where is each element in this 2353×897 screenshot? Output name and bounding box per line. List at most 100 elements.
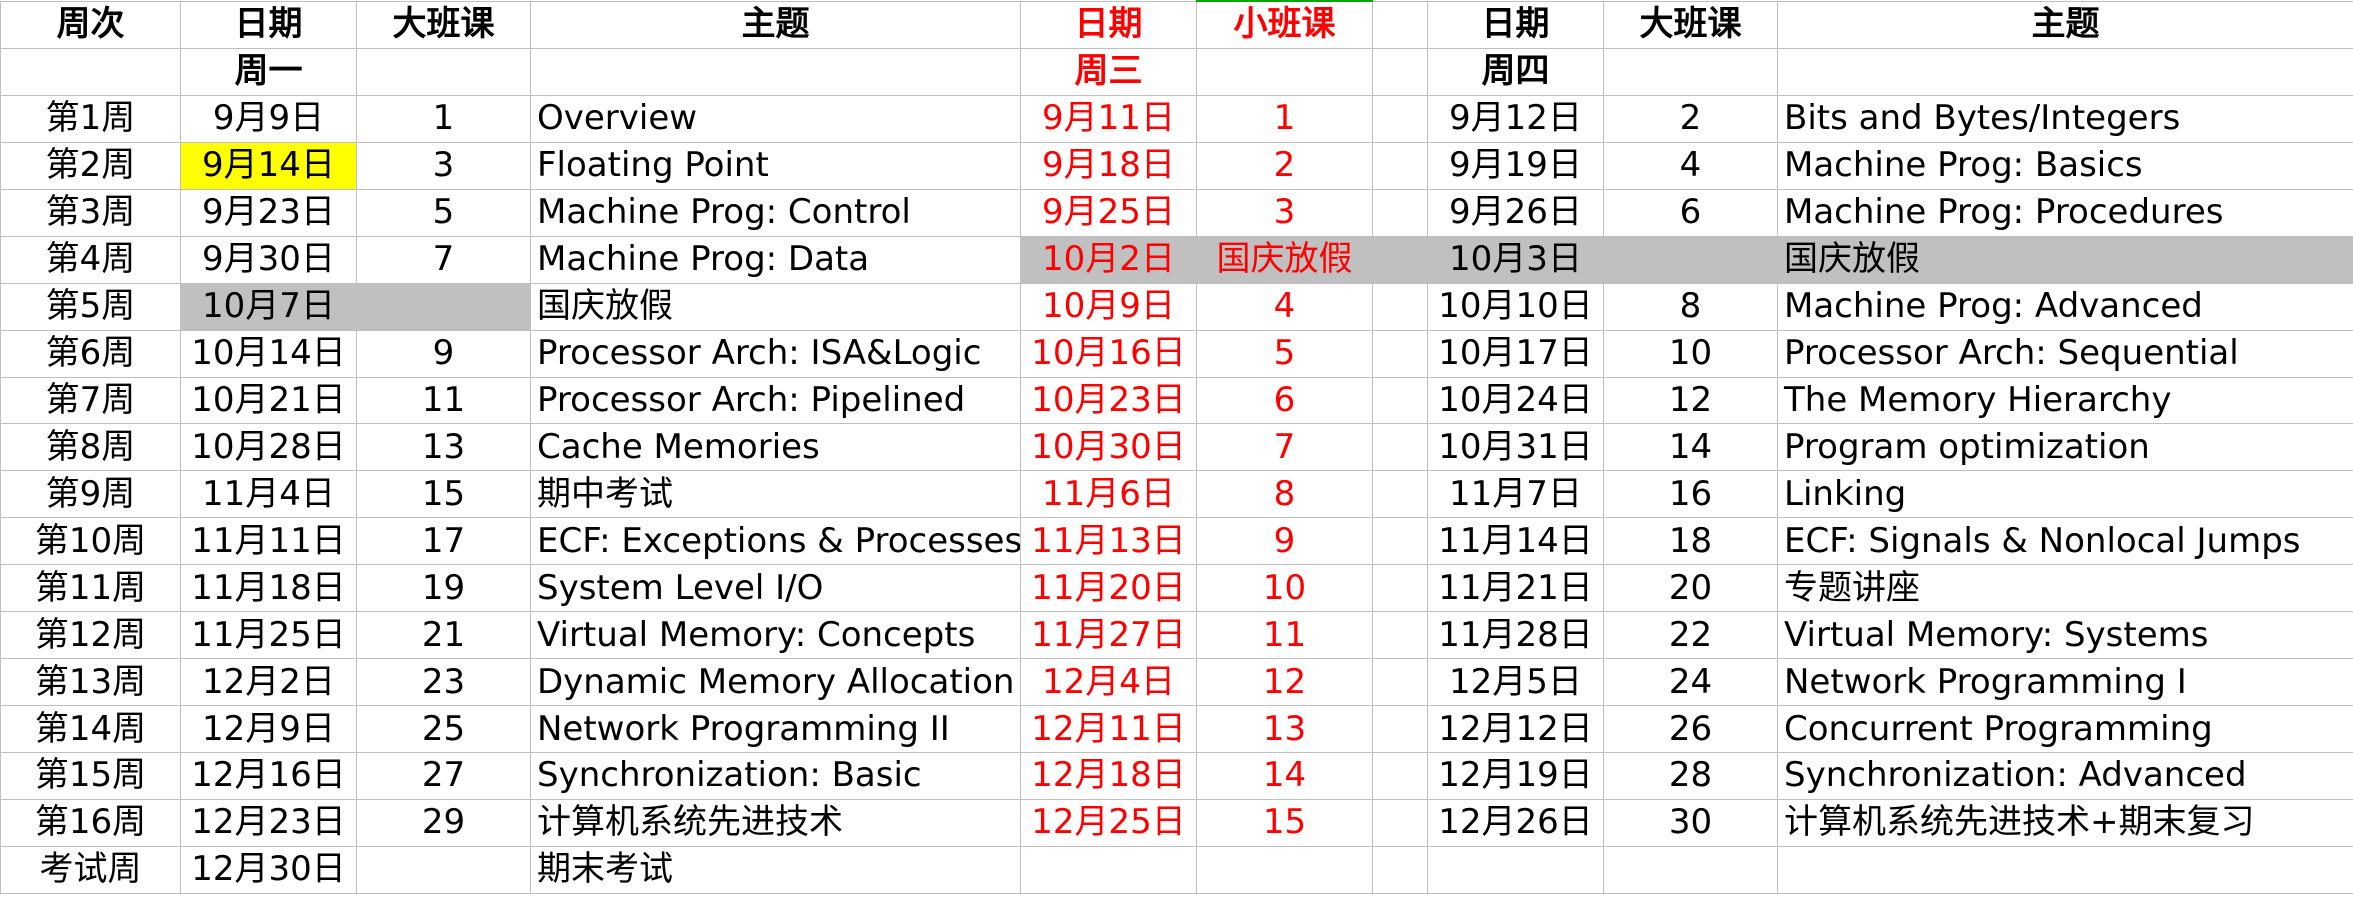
thu-date-cell bbox=[1427, 845, 1604, 894]
wed-seminar-no-cell: 13 bbox=[1196, 705, 1373, 753]
wed-seminar-no-cell: 11 bbox=[1196, 611, 1373, 660]
week-cell: 第14周 bbox=[0, 705, 181, 753]
table-row: 第7周 10月21日 11 Processor Arch: Pipelined 10月2… bbox=[0, 376, 2353, 425]
thu-topic-cell: 计算机系统先进技术+期末复习 bbox=[1777, 798, 2353, 847]
mon-lecture-no-cell: 13 bbox=[356, 423, 531, 472]
schedule-table: 周次 日期 大班课 主题 日期 小班课 日期 大班课 主题 周一 周三 周四 第… bbox=[0, 0, 2353, 894]
wed-seminar-no-cell: 15 bbox=[1196, 798, 1373, 847]
mon-topic-cell: Virtual Memory: Concepts bbox=[530, 611, 1021, 660]
table-row: 第4周 9月30日 7 Machine Prog: Data 10月2日 国庆放假 10月3… bbox=[0, 235, 2353, 284]
thu-topic-cell: Synchronization: Advanced bbox=[1777, 752, 2353, 800]
gap-cell bbox=[1372, 752, 1428, 800]
table-row: 第3周 9月23日 5 Machine Prog: Control 9月25日 3 9月26… bbox=[0, 188, 2353, 237]
table-row: 第10周 11月11日 17 ECF: Exceptions & Processes 1… bbox=[0, 517, 2353, 566]
wed-date-cell: 12月25日 bbox=[1020, 798, 1197, 847]
thu-topic-cell: Virtual Memory: Systems bbox=[1777, 611, 2353, 660]
thu-lecture-no-cell: 24 bbox=[1603, 658, 1778, 707]
wed-date-cell: 9月18日 bbox=[1020, 141, 1197, 190]
table-row: 考试周 12月30日 期末考试 bbox=[0, 845, 2353, 894]
wed-date-cell: 9月25日 bbox=[1020, 188, 1197, 237]
mon-date-cell: 11月11日 bbox=[180, 517, 357, 566]
mon-topic-cell: Dynamic Memory Allocation bbox=[530, 658, 1021, 707]
gap-cell bbox=[1372, 235, 1428, 284]
mon-date-cell: 10月21日 bbox=[180, 376, 357, 425]
wed-seminar-no-cell: 6 bbox=[1196, 376, 1373, 425]
gap-cell bbox=[1372, 141, 1428, 190]
mon-lecture-no-cell: 25 bbox=[356, 705, 531, 753]
thu-topic-cell: Linking bbox=[1777, 470, 2353, 519]
thu-lecture-no-cell: 28 bbox=[1603, 752, 1778, 800]
wed-date-cell: 12月11日 bbox=[1020, 705, 1197, 753]
wed-date-cell: 10月2日 bbox=[1020, 235, 1197, 284]
mon-lecture-no-cell: 29 bbox=[356, 798, 531, 847]
gap-cell bbox=[1372, 564, 1428, 613]
thu-lecture-no-cell: 22 bbox=[1603, 611, 1778, 660]
thu-lecture-no-cell bbox=[1603, 845, 1778, 894]
mon-date-cell: 9月23日 bbox=[180, 188, 357, 237]
mon-topic-cell: Machine Prog: Data bbox=[530, 235, 1021, 284]
subheader-week bbox=[0, 47, 181, 96]
mon-date-cell: 10月28日 bbox=[180, 423, 357, 472]
subheader-topic-thu bbox=[1777, 47, 2353, 96]
header-seminar: 小班课 bbox=[1196, 0, 1373, 49]
thu-date-cell: 10月17日 bbox=[1427, 329, 1604, 378]
thu-lecture-no-cell: 12 bbox=[1603, 376, 1778, 425]
mon-lecture-no-cell: 3 bbox=[356, 141, 531, 190]
thu-topic-cell: Program optimization bbox=[1777, 423, 2353, 472]
mon-topic-cell: Overview bbox=[530, 94, 1021, 143]
wed-date-cell: 11月13日 bbox=[1020, 517, 1197, 566]
week-cell: 第4周 bbox=[0, 235, 181, 284]
wed-seminar-no-cell: 8 bbox=[1196, 470, 1373, 519]
mon-topic-cell: Synchronization: Basic bbox=[530, 752, 1021, 800]
mon-topic-cell: ECF: Exceptions & Processes bbox=[530, 517, 1021, 566]
mon-lecture-no-cell: 5 bbox=[356, 188, 531, 237]
mon-lecture-no-cell bbox=[356, 282, 531, 331]
mon-date-cell: 10月14日 bbox=[180, 329, 357, 378]
wed-seminar-no-cell: 3 bbox=[1196, 188, 1373, 237]
gap-cell bbox=[1372, 423, 1428, 472]
thu-date-cell: 10月24日 bbox=[1427, 376, 1604, 425]
wed-seminar-no-cell: 10 bbox=[1196, 564, 1373, 613]
week-cell: 第3周 bbox=[0, 188, 181, 237]
gap-cell bbox=[1372, 94, 1428, 143]
mon-topic-cell: System Level I/O bbox=[530, 564, 1021, 613]
mon-topic-cell: Machine Prog: Control bbox=[530, 188, 1021, 237]
mon-lecture-no-cell: 27 bbox=[356, 752, 531, 800]
wed-date-cell: 9月11日 bbox=[1020, 94, 1197, 143]
thu-topic-cell: Processor Arch: Sequential bbox=[1777, 329, 2353, 378]
mon-date-cell: 10月7日 bbox=[180, 282, 357, 331]
table-row: 第2周 9月14日 3 Floating Point 9月18日 2 9月19日 4 Machi… bbox=[0, 141, 2353, 190]
thu-date-cell: 11月7日 bbox=[1427, 470, 1604, 519]
table-row: 第9周 11月4日 15 期中考试 11月6日 8 11月7日 16 Linking bbox=[0, 470, 2353, 519]
wed-seminar-no-cell: 9 bbox=[1196, 517, 1373, 566]
wed-date-cell: 11月6日 bbox=[1020, 470, 1197, 519]
subheader-topic-mon bbox=[530, 47, 1021, 96]
subheader-day-mon: 周一 bbox=[180, 47, 357, 96]
subheader-day-thu: 周四 bbox=[1427, 47, 1604, 96]
wed-date-cell bbox=[1020, 845, 1197, 894]
thu-date-cell: 9月19日 bbox=[1427, 141, 1604, 190]
gap-cell bbox=[1372, 282, 1428, 331]
table-row: 第8周 10月28日 13 Cache Memories 10月30日 7 10月31日 14… bbox=[0, 423, 2353, 472]
wed-date-cell: 10月30日 bbox=[1020, 423, 1197, 472]
thu-date-cell: 9月26日 bbox=[1427, 188, 1604, 237]
header-date-wed: 日期 bbox=[1020, 0, 1197, 49]
subheader-lecture-mon bbox=[356, 47, 531, 96]
table-row: 第11周 11月18日 19 System Level I/O 11月20日 10 11月2… bbox=[0, 564, 2353, 613]
thu-date-cell: 10月31日 bbox=[1427, 423, 1604, 472]
mon-topic-cell: Network Programming II bbox=[530, 705, 1021, 753]
mon-date-cell: 12月2日 bbox=[180, 658, 357, 707]
mon-date-cell: 12月9日 bbox=[180, 705, 357, 753]
thu-lecture-no-cell: 16 bbox=[1603, 470, 1778, 519]
week-cell: 第15周 bbox=[0, 752, 181, 800]
thu-topic-cell: Concurrent Programming bbox=[1777, 705, 2353, 753]
thu-topic-cell: Machine Prog: Basics bbox=[1777, 141, 2353, 190]
mon-date-cell: 9月9日 bbox=[180, 94, 357, 143]
thu-date-cell: 9月12日 bbox=[1427, 94, 1604, 143]
wed-seminar-no-cell: 5 bbox=[1196, 329, 1373, 378]
gap-cell bbox=[1372, 517, 1428, 566]
mon-topic-cell: 期中考试 bbox=[530, 470, 1021, 519]
thu-date-cell: 11月21日 bbox=[1427, 564, 1604, 613]
wed-seminar-no-cell: 4 bbox=[1196, 282, 1373, 331]
subheader-day-wed: 周三 bbox=[1020, 47, 1197, 96]
